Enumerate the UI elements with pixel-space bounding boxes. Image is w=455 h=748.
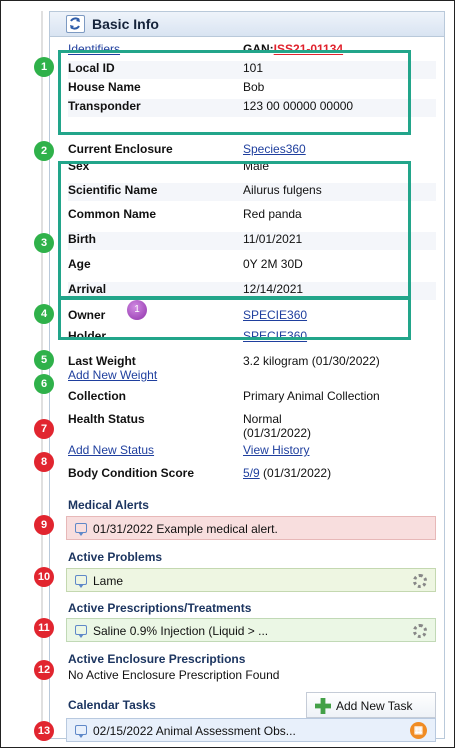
- active-enclosure-prescriptions-title: Active Enclosure Prescriptions: [68, 652, 246, 666]
- health-status-date: (01/31/2022): [243, 426, 312, 440]
- row-add-weight: Add New Weight: [68, 368, 436, 386]
- calendar-task-text: 02/15/2022 Animal Assessment Obs...: [93, 724, 296, 738]
- row-collection: Collection Primary Animal Collection: [68, 389, 436, 407]
- body-condition-label: Body Condition Score: [68, 466, 194, 480]
- add-status-link[interactable]: Add New Status: [68, 443, 154, 457]
- active-prescriptions-title: Active Prescriptions/Treatments: [68, 601, 252, 615]
- purple-count-badge: 1: [127, 300, 147, 320]
- row-current-enclosure: Current Enclosure Species360: [68, 142, 436, 160]
- plus-icon: [315, 698, 331, 714]
- badge-1: 1: [34, 57, 54, 77]
- collection-value: Primary Animal Collection: [243, 389, 380, 403]
- row-health-status-date: (01/31/2022): [68, 426, 436, 444]
- annotation-box-details: [58, 161, 411, 299]
- badge-12: 12: [34, 660, 54, 680]
- badge-3: 3: [34, 233, 54, 253]
- panel-header: Basic Info: [50, 12, 444, 37]
- active-prescription-text: Saline 0.9% Injection (Liquid > ...: [93, 624, 269, 638]
- annotation-box-owner-holder: [58, 297, 411, 340]
- badge-11: 11: [34, 618, 54, 638]
- gear-icon[interactable]: [413, 624, 427, 638]
- view-history-link[interactable]: View History: [243, 443, 309, 457]
- gear-icon[interactable]: [413, 574, 427, 588]
- active-problem-item[interactable]: Lame: [66, 568, 436, 592]
- refresh-icon[interactable]: [66, 15, 85, 33]
- calendar-tasks-title: Calendar Tasks: [68, 698, 156, 712]
- calendar-task-item[interactable]: 02/15/2022 Animal Assessment Obs... ▦: [66, 718, 436, 742]
- badge-4: 4: [34, 304, 54, 324]
- badge-13: 13: [34, 721, 54, 741]
- badge-5: 5: [34, 350, 54, 370]
- add-weight-link[interactable]: Add New Weight: [68, 368, 157, 382]
- row-body-condition: Body Condition Score 5/9 (01/31/2022): [68, 466, 436, 484]
- badge-7: 7: [34, 419, 54, 439]
- panel-title: Basic Info: [92, 16, 159, 32]
- row-health-actions: Add New Status View History: [68, 443, 436, 461]
- comment-icon: [75, 523, 87, 536]
- annotation-box-identifiers: [58, 50, 411, 135]
- screenshot-frame: Basic Info Identifiers GAN:ISS21-01134 L…: [0, 0, 455, 748]
- body-condition-value: 5/9 (01/31/2022): [243, 466, 331, 480]
- comment-icon: [75, 725, 87, 738]
- badge-6: 6: [34, 374, 54, 394]
- last-weight-value: 3.2 kilogram (01/30/2022): [243, 354, 380, 368]
- badge-8: 8: [34, 452, 54, 472]
- badge-10: 10: [34, 567, 54, 587]
- active-problems-title: Active Problems: [68, 550, 163, 564]
- medical-alerts-title: Medical Alerts: [68, 498, 149, 512]
- current-enclosure-link[interactable]: Species360: [243, 142, 306, 156]
- comment-icon: [75, 575, 87, 588]
- current-enclosure-label: Current Enclosure: [68, 142, 173, 156]
- active-prescription-item[interactable]: Saline 0.9% Injection (Liquid > ...: [66, 618, 436, 642]
- add-new-task-label: Add New Task: [336, 699, 413, 713]
- body-condition-date: (01/31/2022): [263, 466, 332, 480]
- health-status-label: Health Status: [68, 412, 145, 426]
- add-new-task-button[interactable]: Add New Task: [306, 692, 436, 718]
- last-weight-label: Last Weight: [68, 354, 136, 368]
- medical-alert-text: 01/31/2022 Example medical alert.: [93, 522, 278, 536]
- badge-9: 9: [34, 515, 54, 535]
- badge-2: 2: [34, 141, 54, 161]
- health-status-value: Normal: [243, 412, 282, 426]
- calendar-icon[interactable]: ▦: [410, 722, 427, 739]
- enclosure-prescription-empty-text: No Active Enclosure Prescription Found: [68, 668, 280, 682]
- body-condition-score-link[interactable]: 5/9: [243, 466, 260, 480]
- collection-label: Collection: [68, 389, 127, 403]
- medical-alert-item[interactable]: 01/31/2022 Example medical alert.: [66, 516, 436, 540]
- active-problem-text: Lame: [93, 574, 124, 588]
- comment-icon: [75, 625, 87, 638]
